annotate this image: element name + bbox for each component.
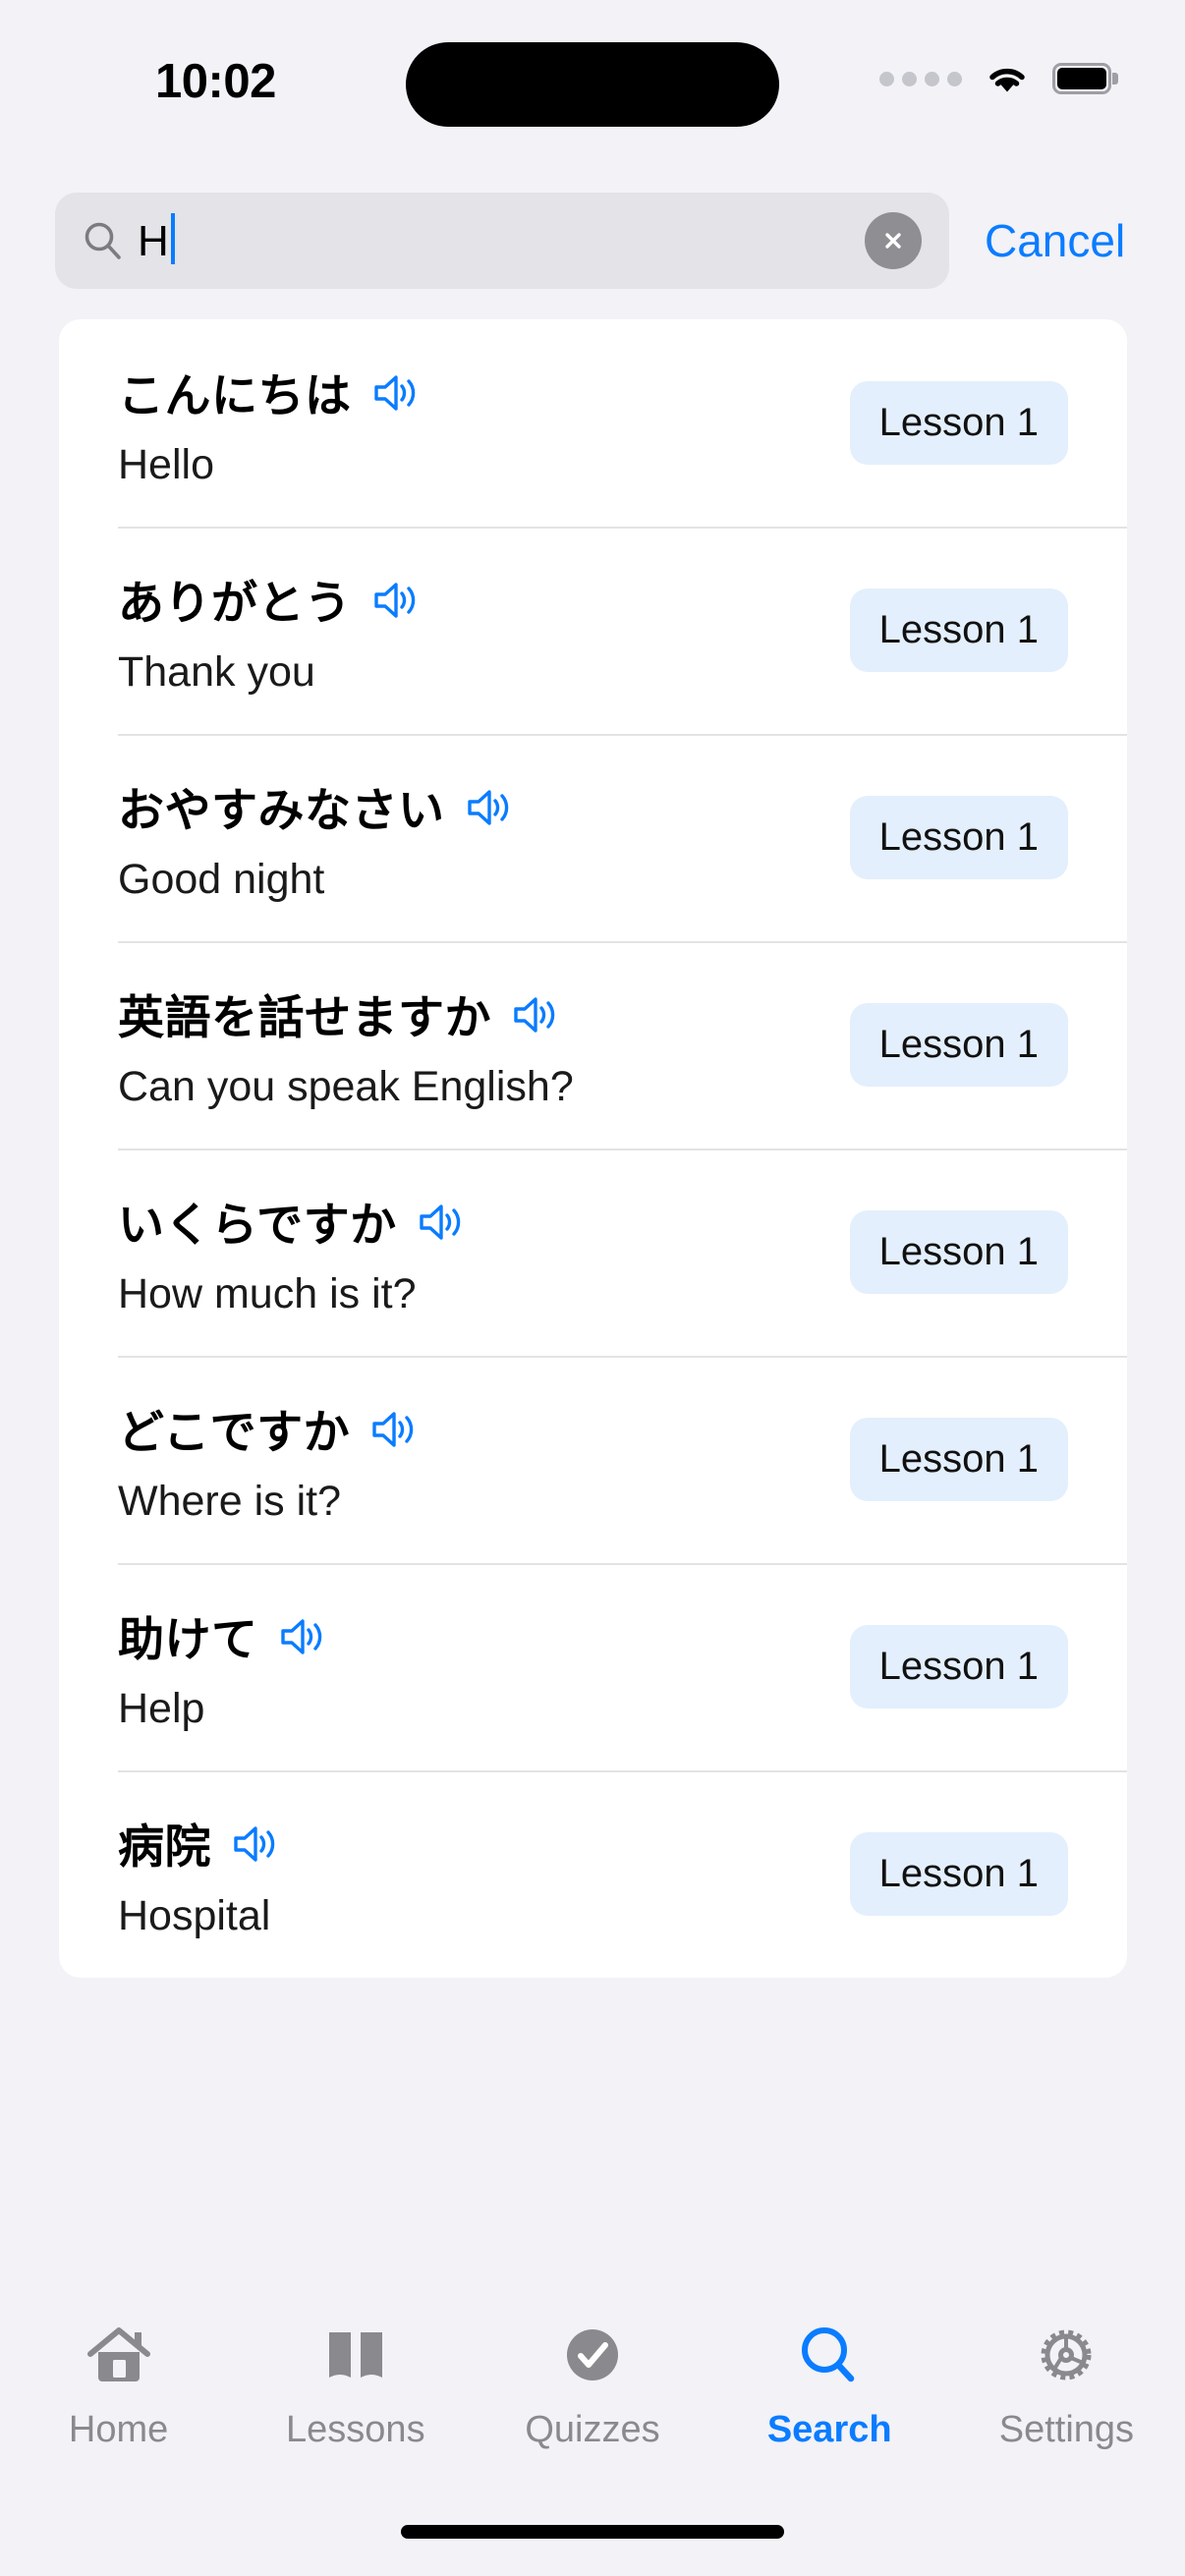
clear-circle-icon[interactable] <box>865 212 922 269</box>
table-row[interactable]: ありがとう Thank you Lesson 1 <box>59 527 1127 734</box>
check-circle-icon <box>554 2319 631 2395</box>
english-text: Thank you <box>118 647 315 696</box>
row-content: おやすみなさい Good night <box>118 772 820 904</box>
battery-full-icon <box>1052 63 1118 94</box>
speaker-icon[interactable] <box>511 993 558 1036</box>
table-row[interactable]: おやすみなさい Good night Lesson 1 <box>59 734 1127 941</box>
japanese-line: いくらですか <box>118 1187 820 1255</box>
speaker-icon[interactable] <box>371 579 419 622</box>
tab-label: Quizzes <box>525 2409 660 2450</box>
row-content: 病院 Hospital <box>118 1809 820 1940</box>
tab-label: Lessons <box>286 2409 425 2450</box>
japanese-text: いくらですか <box>118 1198 397 1253</box>
tab-settings[interactable]: Settings <box>948 2319 1185 2451</box>
lesson-badge: Lesson 1 <box>849 1418 1068 1501</box>
japanese-line: おやすみなさい <box>118 772 820 840</box>
dynamic-island <box>406 42 779 127</box>
speaker-icon[interactable] <box>417 1201 464 1244</box>
status-time: 10:02 <box>155 55 276 108</box>
search-bar: H Cancel <box>0 187 1185 295</box>
japanese-text: 助けて <box>118 1612 258 1667</box>
lesson-badge: Lesson 1 <box>849 1003 1068 1087</box>
speaker-icon[interactable] <box>369 1408 417 1451</box>
speaker-icon[interactable] <box>231 1822 278 1866</box>
tab-label: Settings <box>998 2409 1135 2450</box>
row-content: ありがとう Thank you <box>118 565 820 697</box>
japanese-line: 英語を話せますか <box>118 980 820 1047</box>
gear-icon <box>1028 2319 1104 2395</box>
japanese-text: こんにちは <box>118 368 352 423</box>
lesson-badge: Lesson 1 <box>849 1625 1068 1708</box>
japanese-line: 助けて <box>118 1601 820 1669</box>
english-text: Where is it? <box>118 1477 342 1525</box>
lesson-badge: Lesson 1 <box>849 1210 1068 1294</box>
status-bar: 10:02 <box>0 0 1185 157</box>
english-text: Good night <box>118 855 325 903</box>
table-row[interactable]: いくらですか How much is it? Lesson 1 <box>59 1148 1127 1356</box>
japanese-text: 英語を話せますか <box>118 990 491 1045</box>
tab-label: Home <box>68 2409 169 2450</box>
english-text: Help <box>118 1684 205 1732</box>
japanese-text: 病院 <box>118 1820 211 1875</box>
search-input-value: H <box>138 217 169 265</box>
row-content: 助けて Help <box>118 1601 820 1733</box>
japanese-line: 病院 <box>118 1809 820 1876</box>
phone-screen: 10:02 H Cancel こんにちは Hello Lesson 1 ありがと… <box>0 0 1185 2576</box>
table-row[interactable]: どこですか Where is it? Lesson 1 <box>59 1356 1127 1563</box>
tab-lessons[interactable]: Lessons <box>237 2319 474 2451</box>
lesson-badge: Lesson 1 <box>849 588 1068 672</box>
speaker-icon[interactable] <box>465 786 512 829</box>
search-icon <box>83 220 124 261</box>
english-text: Hospital <box>118 1891 271 1939</box>
japanese-line: どこですか <box>118 1394 820 1462</box>
status-indicators <box>879 61 1118 96</box>
home-indicator[interactable] <box>401 2525 784 2539</box>
tab-quizzes[interactable]: Quizzes <box>474 2319 710 2451</box>
home-icon <box>81 2319 157 2395</box>
lesson-badge: Lesson 1 <box>849 381 1068 465</box>
row-content: 英語を話せますか Can you speak English? <box>118 980 820 1111</box>
row-content: いくらですか How much is it? <box>118 1187 820 1318</box>
tab-home[interactable]: Home <box>0 2319 237 2451</box>
table-row[interactable]: 英語を話せますか Can you speak English? Lesson 1 <box>59 941 1127 1148</box>
japanese-text: ありがとう <box>118 576 352 631</box>
search-input[interactable]: H <box>55 193 949 289</box>
cancel-button[interactable]: Cancel <box>985 218 1125 263</box>
text-caret <box>170 213 175 264</box>
japanese-text: どこですか <box>118 1405 351 1460</box>
english-text: How much is it? <box>118 1269 417 1317</box>
speaker-icon[interactable] <box>278 1615 325 1658</box>
row-content: どこですか Where is it? <box>118 1394 820 1526</box>
book-open-icon <box>317 2319 394 2395</box>
lesson-badge: Lesson 1 <box>849 796 1068 879</box>
tab-label: Search <box>766 2409 892 2450</box>
search-results-card: こんにちは Hello Lesson 1 ありがとう Thank you Les… <box>59 319 1127 1978</box>
table-row[interactable]: 病院 Hospital Lesson 1 <box>59 1770 1127 1978</box>
japanese-line: こんにちは <box>118 358 820 425</box>
wifi-icon <box>984 61 1031 96</box>
table-row[interactable]: こんにちは Hello Lesson 1 <box>59 319 1127 527</box>
japanese-line: ありがとう <box>118 565 820 633</box>
cellular-dots-icon <box>879 71 962 86</box>
english-text: Can you speak English? <box>118 1062 574 1110</box>
row-content: こんにちは Hello <box>118 358 820 489</box>
lesson-badge: Lesson 1 <box>849 1832 1068 1916</box>
search-icon <box>791 2319 868 2395</box>
english-text: Hello <box>118 440 214 488</box>
speaker-icon[interactable] <box>371 371 419 415</box>
table-row[interactable]: 助けて Help Lesson 1 <box>59 1563 1127 1770</box>
japanese-text: おやすみなさい <box>118 783 445 838</box>
tab-search[interactable]: Search <box>711 2319 948 2451</box>
